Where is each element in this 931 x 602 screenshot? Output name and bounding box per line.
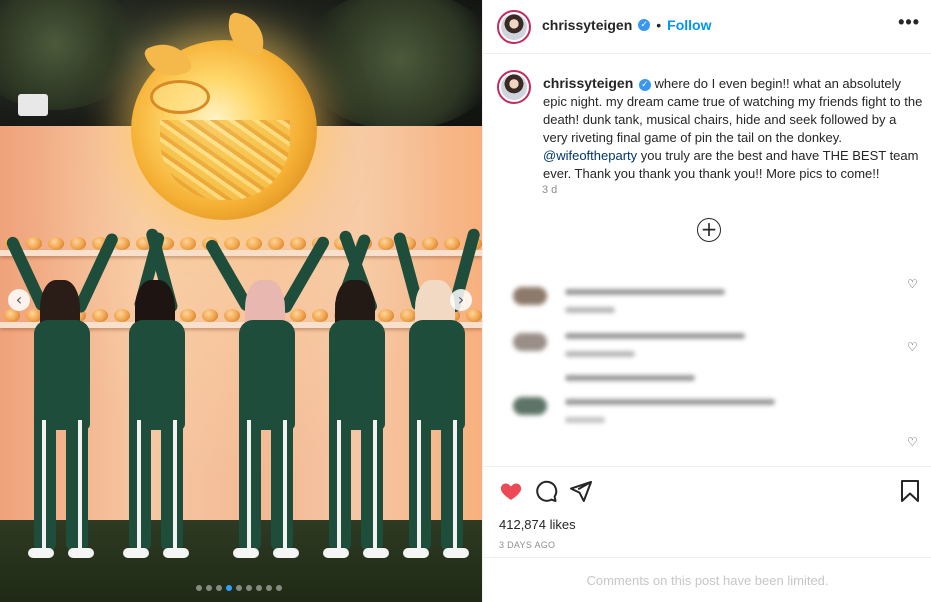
verified-badge-icon: ✓ [638,78,651,91]
load-more-comments-button[interactable]: + [697,218,721,242]
username-link[interactable]: chrissyteigen [542,17,632,33]
username-link[interactable]: chrissyteigen [543,75,633,91]
carousel-dot [206,585,212,591]
post-date[interactable]: 3 DAYS AGO [499,540,555,550]
caption-text: chrissyteigen ✓ where do I even begin!! … [543,74,923,183]
comment-avatar [513,333,547,351]
carousel-indicator [196,585,282,591]
avatar[interactable] [497,70,531,104]
mini-pig [48,237,64,250]
mini-pig [180,309,196,322]
comment-avatar [513,287,547,305]
mini-pig [70,237,86,250]
mini-pig [246,237,262,250]
carousel-dot [216,585,222,591]
carousel-dot [276,585,282,591]
carousel-dot [256,585,262,591]
mini-pig [466,309,482,322]
mini-pig [92,309,108,322]
more-options-icon[interactable]: ••• [898,12,920,33]
mini-pig [444,237,460,250]
mini-pig [26,237,42,250]
like-count[interactable]: 412,874 likes [499,517,576,532]
comment-row [513,287,725,313]
comment-avatar [513,397,547,415]
carousel-dot [196,585,202,591]
mini-pig [378,309,394,322]
comment-bubble-icon[interactable] [534,479,558,503]
separator: • [656,17,662,33]
post-header: chrissyteigen ✓ • Follow ••• [483,0,931,54]
mini-pig [400,309,416,322]
action-bar [483,466,931,516]
carousel-dot [246,585,252,591]
mini-pig [224,309,240,322]
bookmark-icon[interactable] [898,479,922,503]
comment-row [513,333,745,381]
mini-pig [422,237,438,250]
mention-link[interactable]: @wifeoftheparty [543,148,637,163]
comments-limited-notice: Comments on this post have been limited. [483,557,931,602]
comment-like-icon[interactable]: ♡ [907,436,919,448]
comment-like-icon[interactable]: ♡ [907,278,919,290]
mini-pig [312,309,328,322]
carousel-next-button[interactable]: › [450,289,472,311]
mini-pig [202,309,218,322]
verified-badge-icon: ✓ [638,19,651,31]
carousel-dot [236,585,242,591]
post-photo[interactable]: ‹ › [0,0,482,602]
pinata-snout [150,80,210,114]
wall-lamp [18,94,48,116]
avatar[interactable] [497,10,531,44]
mini-pig [224,237,240,250]
mini-pig [114,309,130,322]
carousel-prev-button[interactable]: ‹ [8,289,30,311]
post-side-panel: chrissyteigen ✓ • Follow ••• chrissyteig… [482,0,931,602]
carousel-dot [266,585,272,591]
paper-plane-icon[interactable] [569,479,593,503]
mini-pig [378,237,394,250]
comment-like-icon[interactable]: ♡ [907,341,919,353]
mini-pig [268,237,284,250]
carousel-dot [226,585,232,591]
mini-pig [290,309,306,322]
heart-filled-icon[interactable] [499,479,523,503]
comment-row [513,397,775,423]
caption-timestamp: 3 d [542,184,558,196]
mini-pig [290,237,306,250]
mini-pig [180,237,196,250]
follow-button[interactable]: Follow [667,17,711,33]
